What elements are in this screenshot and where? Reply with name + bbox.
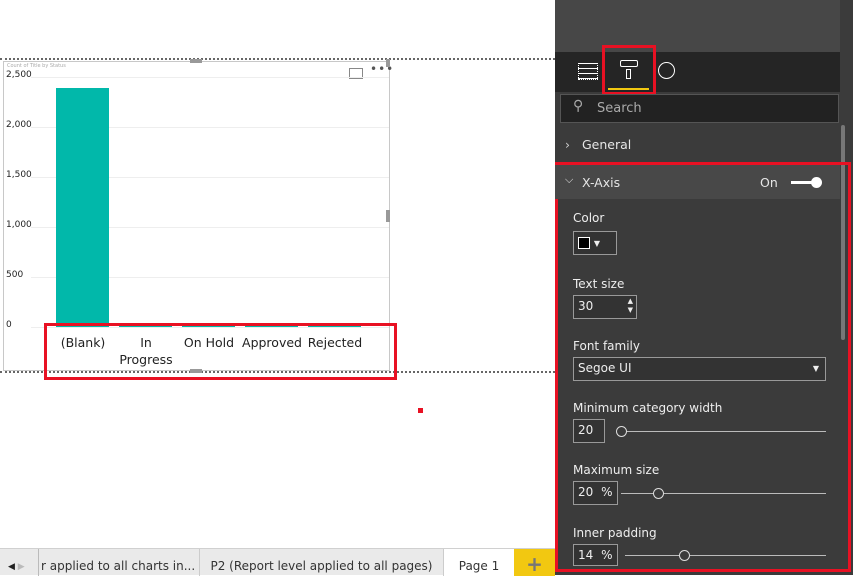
fields-tab-icon[interactable] xyxy=(578,63,598,80)
min-category-width-label: Minimum category width xyxy=(573,401,723,415)
y-tick-label: 500 xyxy=(6,270,24,280)
search-icon: ⚲ xyxy=(573,98,584,114)
font-family-label: Font family xyxy=(573,339,640,353)
inner-padding-input[interactable]: 14 % xyxy=(573,544,618,566)
max-size-slider[interactable] xyxy=(621,493,826,494)
search-placeholder: Search xyxy=(597,101,642,116)
search-input[interactable]: ⚲ Search xyxy=(560,94,839,123)
section-label: General xyxy=(582,137,632,152)
font-family-select[interactable]: Segoe UI ▼ xyxy=(573,357,826,381)
y-tick-label: 0 xyxy=(6,320,12,330)
more-options-icon[interactable]: ••• xyxy=(370,62,394,76)
inner-padding-label: Inner padding xyxy=(573,526,657,540)
active-tab-indicator xyxy=(608,88,649,90)
report-canvas: Count of Title by Status ••• 2,500 2,000 1… xyxy=(0,0,555,548)
resize-handle[interactable] xyxy=(386,210,390,222)
gridline xyxy=(31,77,389,78)
divider xyxy=(0,58,555,60)
bar[interactable] xyxy=(56,88,109,327)
section-label: X-Axis xyxy=(582,175,621,190)
slider-knob[interactable] xyxy=(679,550,690,561)
toggle-label: On xyxy=(760,175,778,190)
y-tick-label: 1,000 xyxy=(6,220,32,230)
page-tab-active[interactable]: Page 1 xyxy=(444,549,514,576)
inner-padding-slider[interactable] xyxy=(625,555,826,556)
color-label: Color xyxy=(573,211,605,225)
xaxis-section-header[interactable]: ⌵ X-Axis On xyxy=(555,165,840,199)
scroll-tabs-arrows[interactable]: ◀ ▶ xyxy=(0,549,40,576)
page-tab[interactable]: r applied to all charts in... xyxy=(38,549,200,576)
chevron-down-icon: ⌵ xyxy=(565,173,574,186)
analytics-magnifier-icon[interactable] xyxy=(658,62,675,79)
chart-title: Count of Title by Status xyxy=(7,63,66,69)
page-tabs-bar: ◀ ▶ r applied to all charts in... P2 (Re… xyxy=(0,548,555,576)
max-size-input[interactable]: 20 % xyxy=(573,481,618,505)
slider-knob[interactable] xyxy=(616,426,627,437)
text-size-label: Text size xyxy=(573,277,625,291)
slider-knob[interactable] xyxy=(653,488,664,499)
y-tick-label: 1,500 xyxy=(6,170,32,180)
visualizations-pane: ⚲ Search › General ⌵ X-Axis On Color ▼ Tex… xyxy=(555,0,853,575)
highlight-box xyxy=(44,323,397,380)
y-tick-label: 2,500 xyxy=(6,70,32,80)
max-size-label: Maximum size xyxy=(573,463,660,477)
min-category-width-slider[interactable] xyxy=(617,431,826,432)
page-tab[interactable]: P2 (Report level applied to all pages) xyxy=(200,549,444,576)
text-size-stepper[interactable]: 30 ▲ ▼ xyxy=(573,295,637,319)
visual-gallery xyxy=(555,0,840,52)
color-picker[interactable]: ▼ xyxy=(573,231,617,255)
marker xyxy=(418,408,423,413)
general-section[interactable]: › General xyxy=(555,137,840,157)
y-tick-label: 2,000 xyxy=(6,120,32,130)
min-category-width-input[interactable]: 20 xyxy=(573,419,605,443)
format-paint-roller-icon[interactable] xyxy=(620,60,638,67)
resize-handle[interactable] xyxy=(190,59,202,63)
pane-tabs xyxy=(555,45,840,95)
resize-handle[interactable] xyxy=(386,59,390,67)
add-page-button[interactable]: + xyxy=(514,549,555,576)
